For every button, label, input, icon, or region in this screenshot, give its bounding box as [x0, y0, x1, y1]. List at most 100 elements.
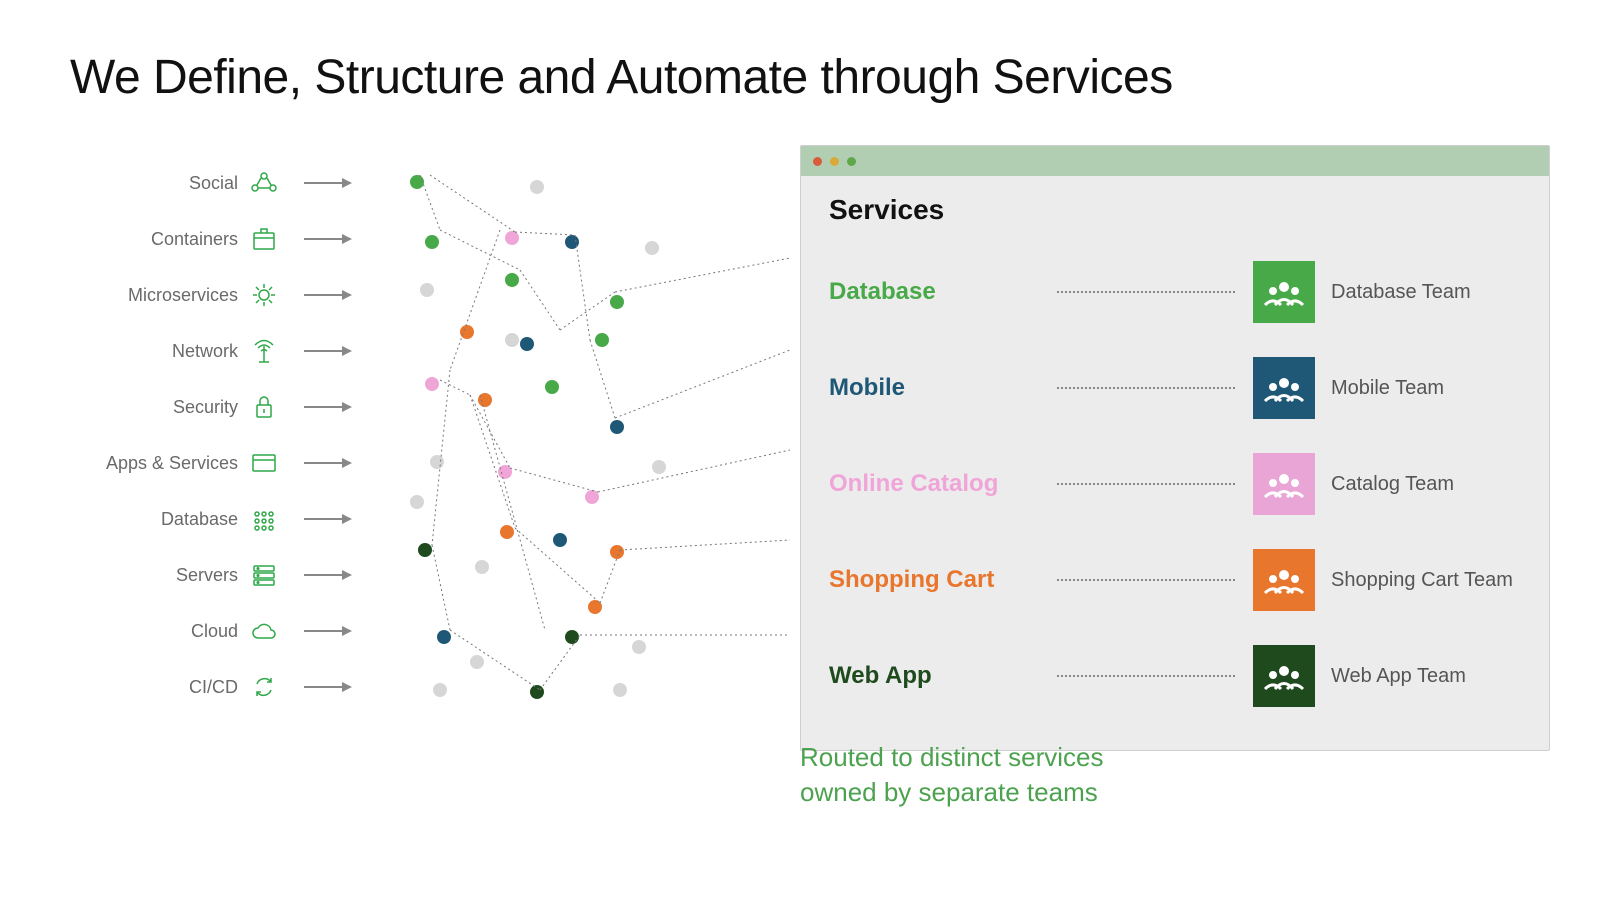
- panel-body: Services DatabaseDatabase TeamMobileMobi…: [801, 176, 1549, 750]
- category-row: Cloud: [70, 603, 360, 659]
- network-icon: [248, 335, 280, 367]
- scatter-dot: [505, 333, 519, 347]
- service-name: Shopping Cart: [829, 566, 1039, 594]
- scatter-dot: [645, 241, 659, 255]
- services-panel: Services DatabaseDatabase TeamMobileMobi…: [800, 145, 1550, 751]
- container-icon: [248, 223, 280, 255]
- scatter-dot: [410, 175, 424, 189]
- service-row: Web App Web App Team: [829, 628, 1521, 724]
- service-row: Mobile Mobile Team: [829, 340, 1521, 436]
- service-name: Database: [829, 278, 1039, 306]
- scatter-dot: [613, 683, 627, 697]
- scatter-dot: [460, 325, 474, 339]
- team-label: Shopping Cart Team: [1331, 569, 1521, 592]
- team-label: Web App Team: [1331, 665, 1521, 688]
- scatter-plot: [370, 155, 750, 755]
- scatter-dot: [610, 295, 624, 309]
- team-icon: [1253, 453, 1315, 515]
- scatter-dot: [470, 655, 484, 669]
- scatter-dot: [530, 685, 544, 699]
- category-label: Security: [173, 397, 238, 418]
- category-label: Apps & Services: [106, 453, 238, 474]
- category-row: CI/CD: [70, 659, 360, 715]
- scatter-dot: [498, 465, 512, 479]
- team-icon: [1253, 645, 1315, 707]
- team-icon: [1253, 549, 1315, 611]
- window-titlebar: [801, 146, 1549, 176]
- service-row: Online Catalog Catalog Team: [829, 436, 1521, 532]
- cycle-icon: [248, 671, 280, 703]
- category-list: Social Containers Microservices Network Secu…: [70, 145, 360, 865]
- scatter-dot: [410, 495, 424, 509]
- scatter-dot: [585, 490, 599, 504]
- team-label: Catalog Team: [1331, 473, 1521, 496]
- category-row: Social: [70, 155, 360, 211]
- dotted-connector: [1057, 483, 1235, 485]
- arrow-icon: [300, 285, 360, 305]
- dotted-connector: [1057, 579, 1235, 581]
- cloud-icon: [248, 615, 280, 647]
- scatter-dot: [425, 377, 439, 391]
- category-label: Servers: [176, 565, 238, 586]
- slide: We Define, Structure and Automate throug…: [0, 0, 1620, 912]
- category-row: Database: [70, 491, 360, 547]
- scatter-dot: [588, 600, 602, 614]
- category-row: Security: [70, 379, 360, 435]
- scatter-dot: [595, 333, 609, 347]
- scatter-dot: [418, 543, 432, 557]
- arrow-icon: [300, 173, 360, 193]
- scatter-dot: [652, 460, 666, 474]
- traffic-light-min-icon: [830, 157, 839, 166]
- team-label: Mobile Team: [1331, 377, 1521, 400]
- traffic-light-close-icon: [813, 157, 822, 166]
- team-label: Database Team: [1331, 281, 1521, 304]
- team-icon: [1253, 261, 1315, 323]
- arrow-icon: [300, 677, 360, 697]
- arrow-icon: [300, 621, 360, 641]
- scatter-dot: [475, 560, 489, 574]
- gear-icon: [248, 279, 280, 311]
- social-icon: [248, 167, 280, 199]
- scatter-dot: [553, 533, 567, 547]
- category-label: Cloud: [191, 621, 238, 642]
- scatter-dot: [420, 283, 434, 297]
- service-row: Shopping Cart Shopping Cart Team: [829, 532, 1521, 628]
- scatter-dot: [565, 630, 579, 644]
- dotted-connector: [1057, 387, 1235, 389]
- service-name: Online Catalog: [829, 470, 1039, 498]
- category-label: Database: [161, 509, 238, 530]
- service-row: Database Database Team: [829, 244, 1521, 340]
- arrow-icon: [300, 341, 360, 361]
- slide-title: We Define, Structure and Automate throug…: [70, 50, 1550, 105]
- category-row: Apps & Services: [70, 435, 360, 491]
- footer-line1: Routed to distinct services: [800, 740, 1103, 775]
- arrow-icon: [300, 565, 360, 585]
- traffic-light-max-icon: [847, 157, 856, 166]
- category-row: Servers: [70, 547, 360, 603]
- scatter-dot: [610, 420, 624, 434]
- service-name: Mobile: [829, 374, 1039, 402]
- service-name: Web App: [829, 662, 1039, 690]
- scatter-dot: [565, 235, 579, 249]
- category-label: Containers: [151, 229, 238, 250]
- footer-note: Routed to distinct services owned by sep…: [800, 740, 1103, 810]
- arrow-icon: [300, 509, 360, 529]
- scatter-dot: [505, 231, 519, 245]
- scatter-dot: [505, 273, 519, 287]
- window-icon: [248, 447, 280, 479]
- scatter-dot: [610, 545, 624, 559]
- servers-icon: [248, 559, 280, 591]
- team-icon: [1253, 357, 1315, 419]
- scatter-dot: [425, 235, 439, 249]
- category-row: Network: [70, 323, 360, 379]
- category-label: Microservices: [128, 285, 238, 306]
- panel-title: Services: [829, 194, 1521, 226]
- scatter-dot: [500, 525, 514, 539]
- category-label: CI/CD: [189, 677, 238, 698]
- database-icon: [248, 503, 280, 535]
- scatter-dot: [478, 393, 492, 407]
- lock-icon: [248, 391, 280, 423]
- category-row: Microservices: [70, 267, 360, 323]
- arrow-icon: [300, 453, 360, 473]
- category-row: Containers: [70, 211, 360, 267]
